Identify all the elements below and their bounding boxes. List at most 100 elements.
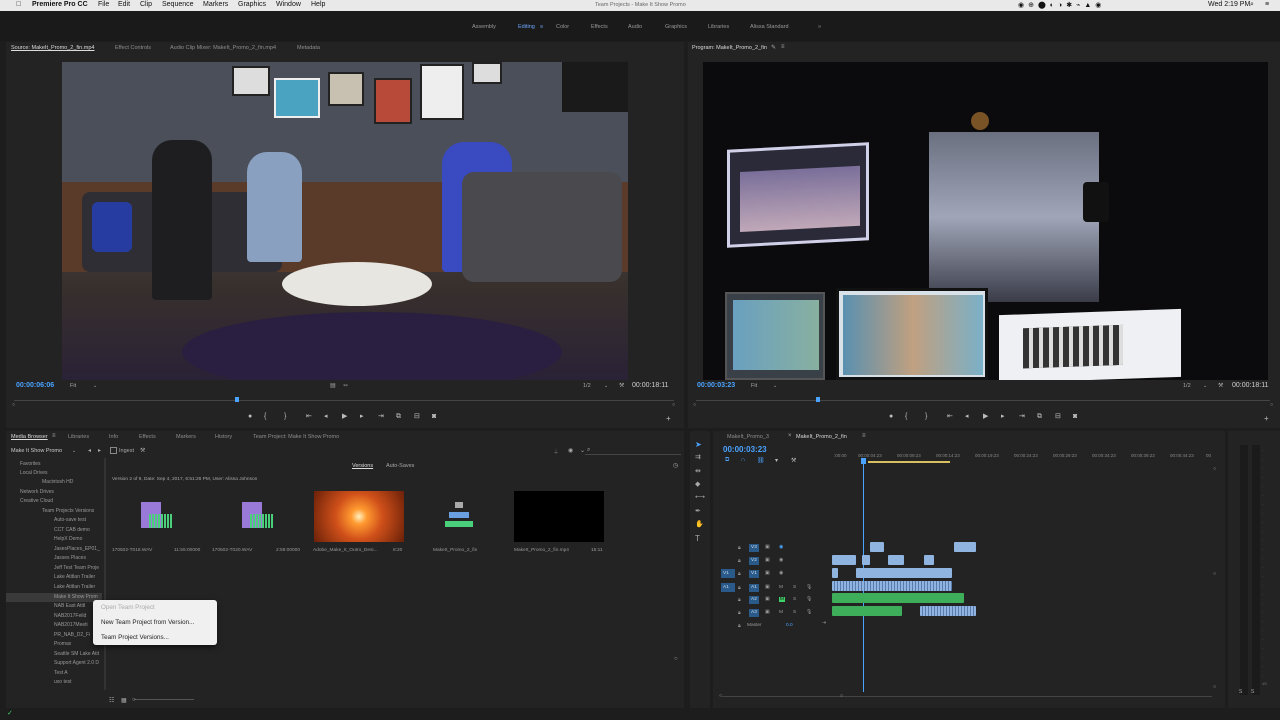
- add-marker-icon[interactable]: ●: [889, 413, 893, 420]
- export-frame-icon[interactable]: ◙: [1073, 413, 1077, 420]
- tree-item[interactable]: Creative Cloud: [20, 498, 53, 504]
- tree-item[interactable]: Favorites: [20, 461, 41, 467]
- sync-lock-icon[interactable]: ▣: [765, 597, 770, 602]
- extract-icon[interactable]: ⊟: [1055, 413, 1061, 420]
- add-marker-icon[interactable]: ●: [248, 413, 252, 420]
- ripple-edit-icon[interactable]: ⇹: [695, 467, 701, 475]
- add-marker-icon[interactable]: ▾: [775, 457, 778, 464]
- video-clip[interactable]: [924, 555, 934, 565]
- tab-effect-controls[interactable]: Effect Controls: [115, 45, 151, 51]
- tab-sequence-2-fin[interactable]: MakeIt_Promo_2_fin: [796, 434, 847, 440]
- program-video-frame[interactable]: [703, 62, 1268, 380]
- tree-item[interactable]: JasesPlaces_EP01_: [54, 546, 100, 552]
- workspace-audio[interactable]: Audio: [628, 24, 642, 30]
- linked-selection-icon[interactable]: ⛓: [757, 457, 765, 464]
- workspace-editing[interactable]: Editing: [518, 24, 535, 30]
- tree-item[interactable]: Support Agent 2.0 D: [54, 660, 99, 666]
- subtab-versions[interactable]: Versions: [352, 463, 373, 469]
- lock-icon[interactable]: 🔒︎: [738, 571, 741, 577]
- type-tool-icon[interactable]: T: [695, 534, 700, 543]
- ingest-checkbox[interactable]: [110, 447, 117, 454]
- chevron-down-icon[interactable]: ⌄: [1203, 383, 1207, 389]
- eye-icon[interactable]: ◉: [779, 545, 783, 550]
- source-timecode[interactable]: 00:00:06:06: [16, 382, 54, 389]
- hand-icon[interactable]: ✋: [695, 520, 704, 528]
- lock-icon[interactable]: 🔒︎: [738, 610, 741, 616]
- tree-divider[interactable]: [104, 458, 106, 690]
- menu-clip[interactable]: Clip: [140, 1, 152, 8]
- snap-icon[interactable]: ∩: [741, 457, 745, 463]
- tree-item[interactable]: Lake Atitlan Trailer: [54, 584, 95, 590]
- history-icon[interactable]: ◷: [673, 462, 678, 469]
- solo-icon[interactable]: S: [793, 585, 796, 590]
- audio-clip[interactable]: [832, 581, 952, 591]
- tab-libraries[interactable]: Libraries: [68, 434, 89, 440]
- tree-item[interactable]: CCT CAB demo: [54, 527, 90, 533]
- workspace-color[interactable]: Color: [556, 24, 569, 30]
- source-video-frame[interactable]: [62, 62, 628, 380]
- master-value[interactable]: 0.0: [786, 623, 793, 628]
- go-to-out-icon[interactable]: ⇥: [1019, 413, 1025, 420]
- go-to-out-icon[interactable]: ⇥: [378, 413, 384, 420]
- eye-icon[interactable]: ◉: [779, 571, 783, 576]
- tree-item[interactable]: NAB2017Meeti: [54, 622, 88, 628]
- search-input[interactable]: [585, 446, 681, 455]
- chevron-down-icon[interactable]: ⌄: [773, 383, 777, 389]
- voice-over-icon[interactable]: 🎙︎: [806, 610, 812, 615]
- video-clip[interactable]: [954, 542, 976, 552]
- audio-file-icon[interactable]: [141, 502, 173, 532]
- tree-item[interactable]: Macintosh HD: [42, 479, 73, 485]
- tree-item[interactable]: Team Projects Versions: [42, 508, 94, 514]
- tree-item[interactable]: Jasses Places: [54, 555, 86, 561]
- go-to-in-icon[interactable]: ⇤: [947, 413, 953, 420]
- tab-sequence-3[interactable]: MakeIt_Promo_3: [727, 434, 769, 440]
- icon-view-icon[interactable]: ▦: [121, 697, 127, 704]
- marker-icon[interactable]: ▤: [330, 382, 336, 389]
- lock-icon[interactable]: 🔒︎: [738, 585, 741, 591]
- lock-icon[interactable]: 🔒︎: [738, 623, 741, 629]
- sync-lock-icon[interactable]: ▣: [765, 610, 770, 615]
- menu-graphics[interactable]: Graphics: [238, 1, 266, 8]
- pencil-icon[interactable]: ✎: [771, 44, 776, 51]
- source-timeline-ruler[interactable]: [14, 400, 674, 401]
- overwrite-icon[interactable]: ⊟: [414, 413, 420, 420]
- panel-menu-icon[interactable]: ≡: [781, 44, 785, 50]
- selection-tool-icon[interactable]: ➤: [695, 440, 702, 449]
- scroll-handle-icon[interactable]: ○: [1270, 402, 1273, 408]
- tree-item[interactable]: Local Drives: [20, 470, 48, 476]
- back-arrow-icon[interactable]: ◂: [88, 447, 91, 454]
- slider-handle-icon[interactable]: ○: [132, 697, 136, 703]
- sync-lock-icon[interactable]: ▣: [765, 558, 770, 563]
- solo-icon[interactable]: S: [1239, 689, 1242, 695]
- video-thumbnail[interactable]: [514, 491, 604, 542]
- scroll-handle-icon[interactable]: ○: [672, 402, 675, 408]
- scroll-handle-icon[interactable]: ○: [1213, 571, 1216, 577]
- mute-icon-active[interactable]: M: [779, 597, 785, 602]
- menu-item-team-project-versions[interactable]: Team Project Versions...: [101, 634, 169, 641]
- source-playhead[interactable]: [235, 397, 239, 402]
- step-back-icon[interactable]: ◂: [324, 413, 328, 420]
- location-select[interactable]: Make It Show Promo: [11, 448, 62, 454]
- panel-menu-icon[interactable]: ≡: [52, 433, 56, 439]
- step-forward-icon[interactable]: ▸: [1001, 413, 1005, 420]
- sync-lock-icon[interactable]: ▣: [765, 545, 770, 550]
- slip-icon[interactable]: ⟷: [695, 493, 705, 501]
- tree-item[interactable]: Seattle SM Lake Atit: [54, 651, 99, 657]
- timeline-zoom-scrollbar[interactable]: [722, 696, 1212, 697]
- program-timeline-ruler[interactable]: [696, 400, 1270, 401]
- nest-icon[interactable]: ⧉: [725, 457, 729, 464]
- program-fit-select[interactable]: Fit: [751, 383, 757, 389]
- audio-clip[interactable]: [832, 606, 902, 616]
- app-menu[interactable]: Premiere Pro CC: [32, 1, 88, 8]
- forward-arrow-icon[interactable]: ▸: [98, 447, 101, 454]
- chevron-down-icon[interactable]: ⌄: [72, 448, 76, 454]
- lock-icon[interactable]: 🔒︎: [738, 545, 741, 551]
- play-icon[interactable]: ▶: [342, 413, 347, 420]
- step-forward-icon[interactable]: ▸: [360, 413, 364, 420]
- video-clip[interactable]: [870, 542, 884, 552]
- add-button-icon[interactable]: +: [1264, 414, 1269, 423]
- video-clip[interactable]: [888, 555, 904, 565]
- apple-icon[interactable]: : [16, 1, 21, 8]
- solo-icon[interactable]: S: [1251, 689, 1254, 695]
- workspace-graphics[interactable]: Graphics: [665, 24, 687, 30]
